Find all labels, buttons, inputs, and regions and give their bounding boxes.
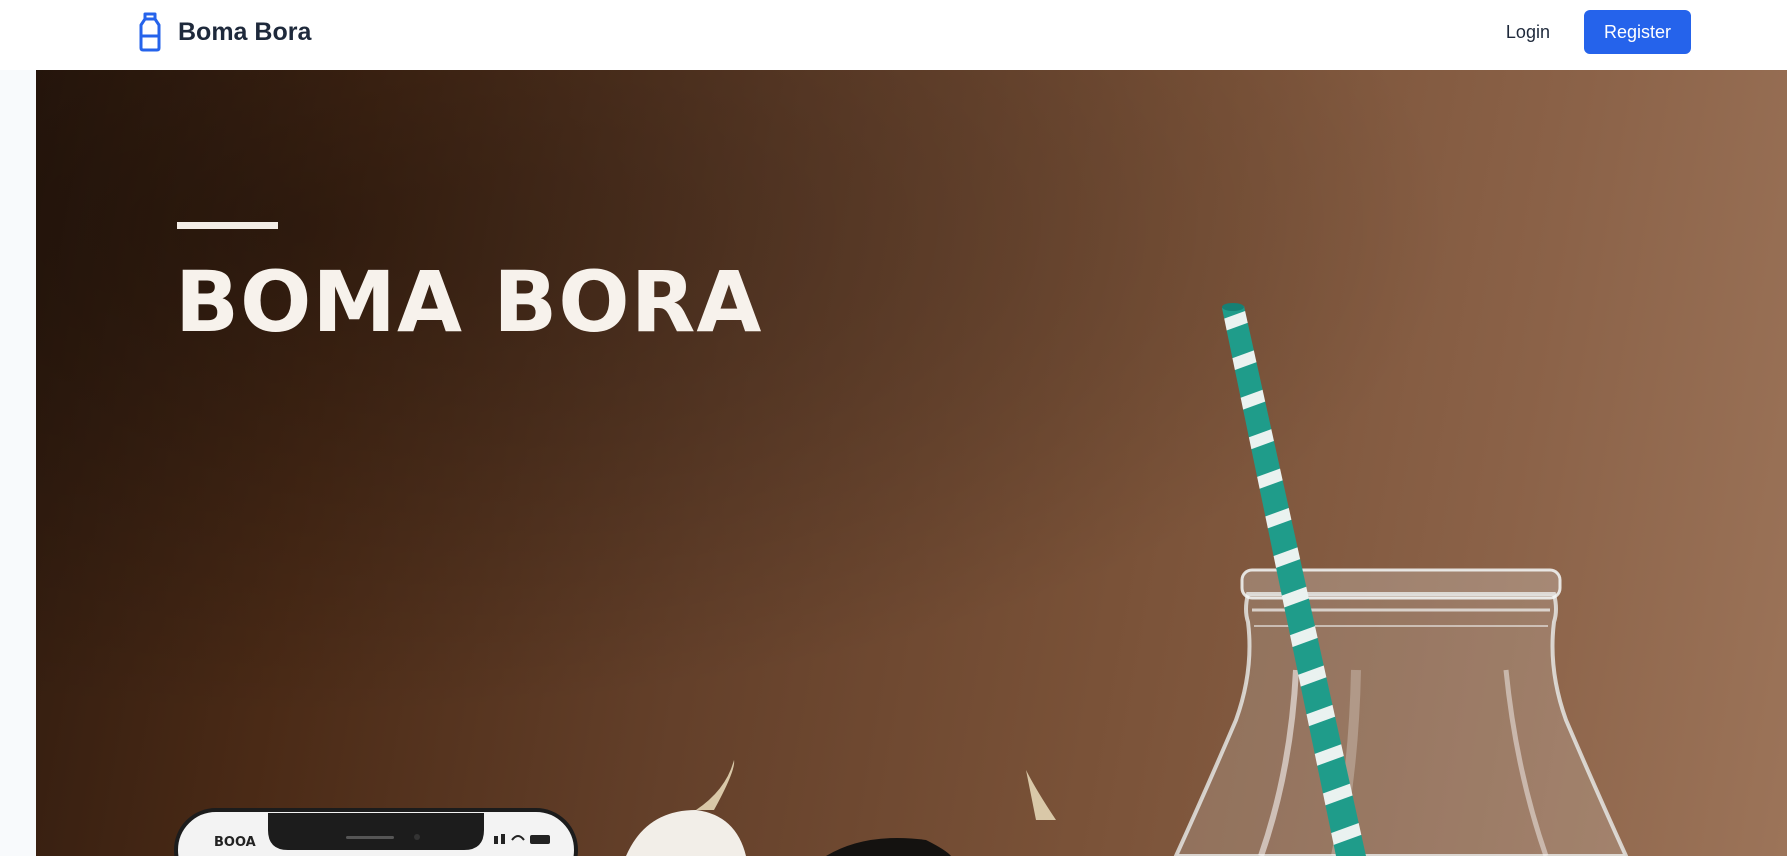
brand-name: Boma Bora bbox=[178, 17, 312, 46]
hero-title: BOMA BORA bbox=[175, 253, 763, 351]
phone-screen-text: BOOA bbox=[214, 835, 256, 850]
hero-accent-line bbox=[177, 222, 278, 229]
brand-logo-link[interactable]: Boma Bora bbox=[136, 12, 311, 52]
login-link[interactable]: Login bbox=[1506, 22, 1550, 43]
nav-actions: Login Register bbox=[1506, 10, 1691, 54]
hero-illustration: BOOA bbox=[174, 303, 1629, 856]
smartphone-image: BOOA bbox=[174, 808, 578, 856]
register-button[interactable]: Register bbox=[1583, 10, 1691, 54]
hero-banner: BOOA BOMA BORA bbox=[36, 70, 1787, 856]
milk-bottle-icon bbox=[139, 12, 161, 52]
milk-bottle-image bbox=[1173, 568, 1629, 856]
cow-image bbox=[626, 760, 1056, 856]
top-navbar: Boma Bora Login Register bbox=[0, 0, 1787, 70]
